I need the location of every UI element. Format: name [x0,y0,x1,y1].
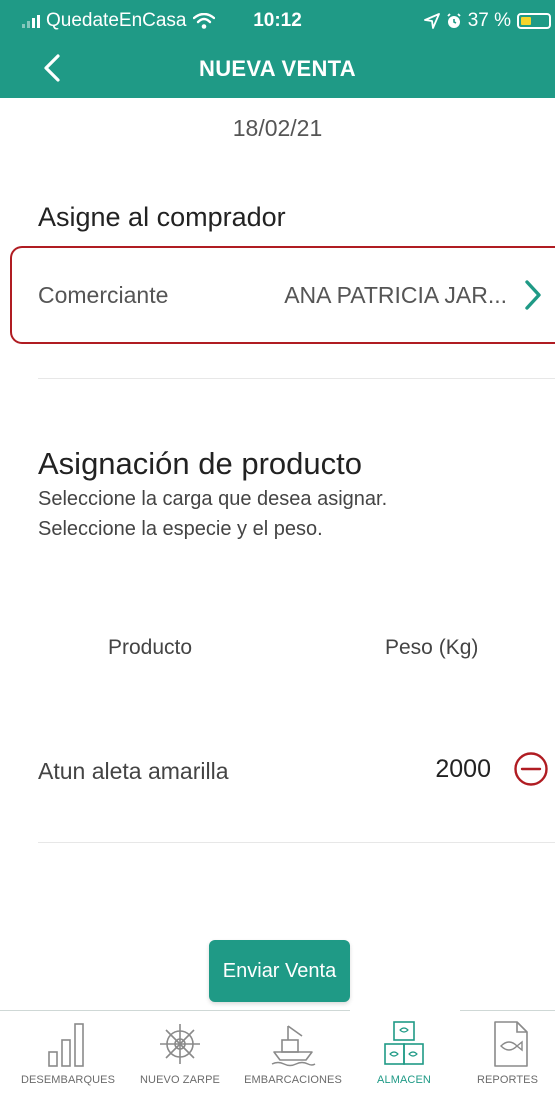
alarm-icon [447,13,461,28]
tab-reportes[interactable]: REPORTES [460,1012,555,1098]
product-instruction-1: Seleccione la carga que desea asignar. [38,488,388,510]
boxes-icon [384,1021,424,1065]
tab-almacen[interactable]: ALMACEN [356,1012,452,1098]
battery-percent: 37 % [467,10,511,31]
buyer-section-title: Asigne al comprador [38,202,286,232]
divider [38,842,555,843]
product-weight: 2000 [435,755,491,783]
nav-bar: NUEVA VENTA [0,44,555,94]
tab-label: REPORTES [476,1074,539,1086]
tabbar-border [460,1010,555,1011]
tabbar-border [0,1010,350,1011]
ship-wheel-icon [160,1024,200,1064]
tab-label: NUEVO ZARPE [140,1074,220,1086]
remove-product-button[interactable] [513,751,549,787]
column-header-product: Producto [108,636,193,659]
fish-document-icon [494,1021,528,1067]
tab-label: ALMACEN [377,1074,431,1086]
sale-date: 18/02/21 [232,115,323,141]
tab-label: EMBARCACIONES [244,1074,342,1086]
tab-desembarques[interactable]: DESEMBARQUES [18,1012,118,1098]
divider [38,378,555,379]
page-title: NUEVA VENTA [199,56,356,81]
product-section-title: Asignación de producto [38,446,363,481]
send-sale-button[interactable]: Enviar Venta [209,940,350,1002]
buyer-label: Comerciante [38,282,169,308]
buyer-selector[interactable]: Comerciante ANA PATRICIA JAR... [10,246,555,344]
column-header-weight: Peso (Kg) [385,636,479,659]
chevron-right-icon [525,280,541,310]
tab-label: DESEMBARQUES [20,1074,116,1086]
product-instruction-2: Seleccione la especie y el peso. [38,518,323,540]
status-bar: QuedateEnCasa 10:12 37 % [0,0,555,40]
app-header: QuedateEnCasa 10:12 37 % NUEVA VENTA [0,0,555,98]
tab-nuevo-zarpe[interactable]: NUEVO ZARPE [130,1012,230,1098]
bottom-tab-bar: DESEMBARQUES NUEVO ZARPE EMBARCACIONES A… [0,1012,555,1098]
battery-icon [517,13,551,29]
boat-icon [271,1025,316,1067]
battery-fill [521,17,531,25]
status-right: 37 % [423,10,551,32]
tab-embarcaciones[interactable]: EMBARCACIONES [238,1012,348,1098]
bar-chart-icon [48,1023,84,1067]
location-arrow-icon [423,13,440,29]
product-name: Atun aleta amarilla [38,758,229,784]
buyer-value: ANA PATRICIA JAR... [284,282,507,308]
